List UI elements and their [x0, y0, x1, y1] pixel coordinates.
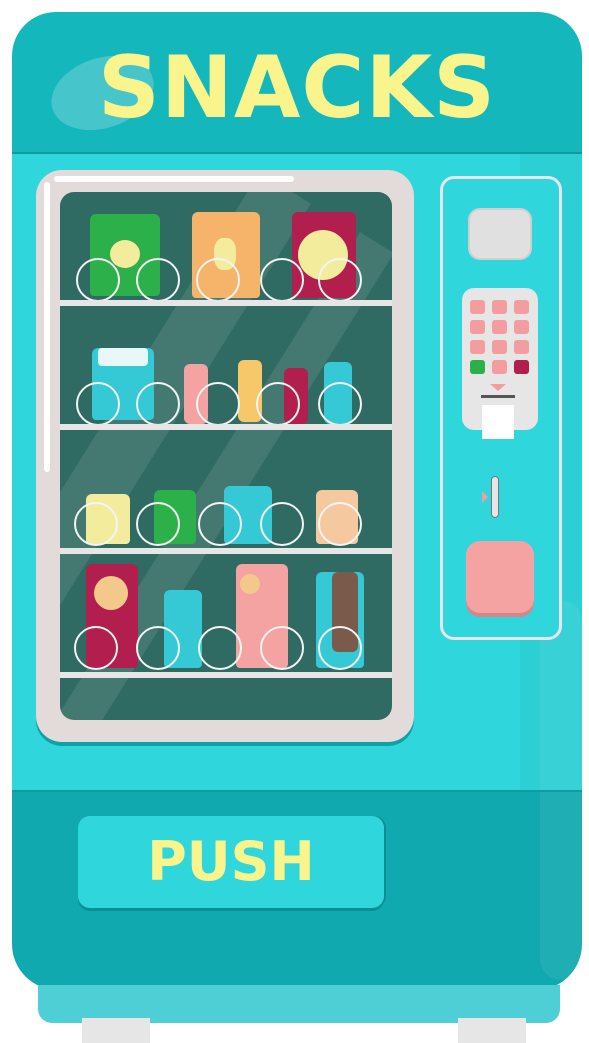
shelf [60, 548, 392, 554]
spiral-coil [136, 626, 180, 670]
machine-foot-left [82, 1018, 150, 1043]
chip-icon [110, 240, 140, 268]
spiral-coil [136, 258, 180, 302]
spiral-coil [256, 382, 300, 426]
spiral-coil [76, 382, 120, 426]
keypad-key[interactable] [470, 340, 485, 354]
display-window [60, 192, 392, 720]
frame-highlight [54, 176, 294, 182]
spiral-coil [136, 382, 180, 426]
keypad-key[interactable] [470, 320, 485, 334]
keypad-cancel-key[interactable] [514, 360, 529, 374]
spiral-coil [74, 502, 118, 546]
push-door-button[interactable]: PUSH [78, 816, 384, 908]
machine-foot-right [458, 1018, 526, 1043]
shelf [60, 672, 392, 678]
keypad-key[interactable] [492, 360, 507, 374]
spiral-coil [260, 626, 304, 670]
spiral-coil [260, 258, 304, 302]
frame-highlight [44, 182, 50, 472]
spiral-coil [198, 502, 242, 546]
spiral-coil [136, 502, 180, 546]
keypad-confirm-key[interactable] [470, 360, 485, 374]
keypad-key[interactable] [470, 300, 485, 314]
divider [12, 152, 582, 154]
spiral-coil [76, 258, 120, 302]
coin-slot[interactable] [491, 476, 499, 518]
keypad-key[interactable] [492, 320, 507, 334]
spiral-coil [74, 626, 118, 670]
cookie-icon [94, 576, 128, 610]
keypad-key[interactable] [514, 340, 529, 354]
spiral-coil [198, 626, 242, 670]
receipt-slot [481, 395, 515, 398]
spiral-coil [260, 502, 304, 546]
receipt-paper[interactable] [482, 405, 514, 439]
coin-arrow-icon [482, 491, 488, 503]
spiral-coil [318, 502, 362, 546]
spiral-coil [318, 626, 362, 670]
keypad-key[interactable] [514, 320, 529, 334]
receipt-arrow-icon [490, 384, 506, 391]
spiral-coil [318, 382, 362, 426]
shelf [60, 424, 392, 430]
divider [12, 790, 582, 792]
spiral-coil [196, 258, 240, 302]
keypad-key[interactable] [514, 300, 529, 314]
shelf [60, 300, 392, 306]
display-screen [468, 208, 532, 260]
cookie-icon [240, 574, 260, 594]
bag-top [98, 348, 148, 366]
spiral-coil [196, 382, 240, 426]
pay-button[interactable] [466, 541, 534, 613]
keypad-key[interactable] [492, 300, 507, 314]
spiral-coil [318, 258, 362, 302]
machine-title: SNACKS [97, 38, 497, 138]
keypad-key[interactable] [492, 340, 507, 354]
